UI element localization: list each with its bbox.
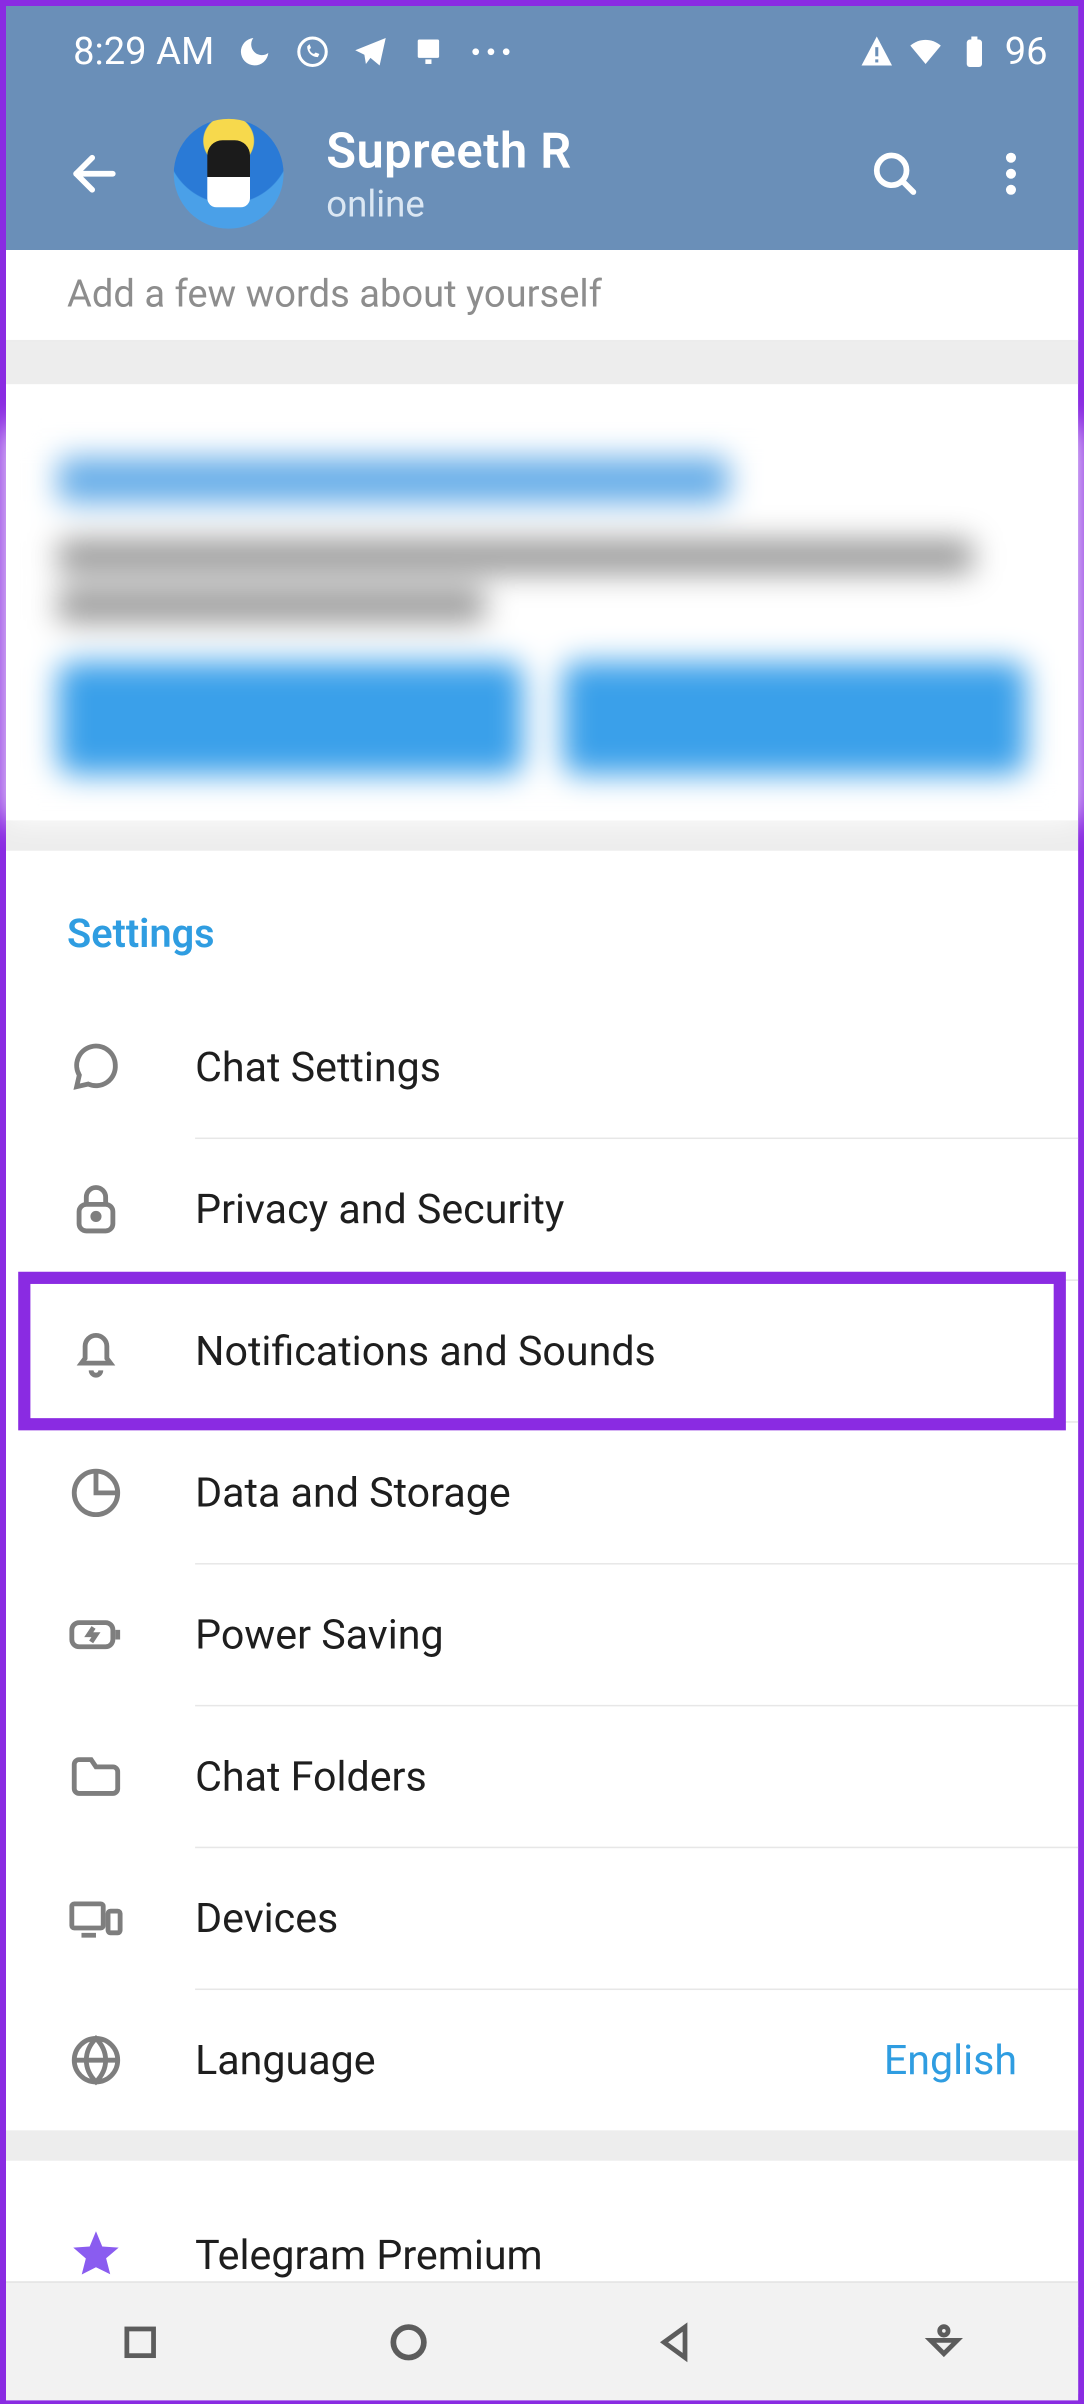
globe-icon (67, 2031, 195, 2089)
data-storage-row[interactable]: Data and Storage (6, 1423, 1078, 1563)
lock-icon (67, 1180, 195, 1238)
status-battery: 96 (1005, 30, 1048, 74)
warning-icon (858, 33, 895, 70)
profile-name: Supreeth R (326, 122, 571, 180)
more-dots-icon (467, 33, 513, 70)
language-row[interactable]: Language English (6, 1990, 1078, 2130)
row-label: Language (195, 2036, 884, 2085)
search-button[interactable] (858, 137, 931, 210)
star-icon (67, 2226, 195, 2284)
promo-card (6, 427, 1078, 820)
arrow-left-icon (67, 146, 122, 201)
status-bar: 8:29 AM (6, 6, 1078, 98)
settings-title: Settings (6, 912, 1078, 997)
header-title-block: Supreeth R online (326, 122, 571, 226)
nav-home-button[interactable] (371, 2305, 444, 2378)
square-icon (117, 2319, 163, 2365)
row-label: Chat Settings (195, 1043, 1017, 1092)
moon-icon (236, 33, 273, 70)
row-label: Telegram Premium (195, 2231, 1017, 2280)
row-label: Power Saving (195, 1610, 1017, 1659)
chevron-down-icon (921, 2319, 967, 2365)
power-saving-row[interactable]: Power Saving (6, 1565, 1078, 1705)
telegram-icon (351, 33, 388, 70)
battery-icon (956, 33, 993, 70)
nav-back-button[interactable] (639, 2305, 712, 2378)
wifi-icon (907, 33, 944, 70)
status-time: 8:29 AM (73, 30, 214, 74)
row-label: Chat Folders (195, 1752, 1017, 1801)
section-gap (6, 820, 1078, 851)
chat-icon (67, 1038, 195, 1096)
language-value: English (884, 2036, 1017, 2085)
notification-icon (409, 33, 446, 70)
row-label: Privacy and Security (195, 1185, 1017, 1234)
profile-status: online (326, 183, 571, 226)
settings-section: Settings Chat Settings Privacy and Secur… (6, 851, 1078, 2130)
section-gap (6, 2130, 1078, 2161)
triangle-left-icon (653, 2319, 699, 2365)
pie-icon (67, 1464, 195, 1522)
app-bar: Supreeth R online (6, 98, 1078, 251)
section-gap (6, 342, 1078, 385)
bio-placeholder: Add a few words about yourself (67, 273, 602, 317)
row-label: Data and Storage (195, 1468, 1017, 1517)
bell-icon (67, 1322, 195, 1380)
status-right: 96 (858, 30, 1047, 74)
nav-bar (6, 2281, 1078, 2400)
more-vert-icon (984, 146, 1039, 201)
chat-folders-row[interactable]: Chat Folders (6, 1706, 1078, 1846)
devices-icon (67, 1889, 195, 1947)
nav-recent-button[interactable] (103, 2305, 176, 2378)
row-label: Devices (195, 1894, 1017, 1943)
circle-icon (385, 2319, 431, 2365)
folder-icon (67, 1748, 195, 1806)
notifications-row[interactable]: Notifications and Sounds (27, 1281, 1056, 1421)
battery-charge-icon (67, 1606, 195, 1664)
row-label: Notifications and Sounds (195, 1327, 1017, 1376)
privacy-row[interactable]: Privacy and Security (6, 1139, 1078, 1279)
devices-row[interactable]: Devices (6, 1848, 1078, 1988)
more-button[interactable] (974, 137, 1047, 210)
whatsapp-icon (294, 33, 331, 70)
search-icon (868, 146, 923, 201)
screen: 8:29 AM (6, 6, 1078, 2400)
bio-input[interactable]: Add a few words about yourself (6, 250, 1078, 342)
nav-down-button[interactable] (907, 2305, 980, 2378)
chat-settings-row[interactable]: Chat Settings (6, 997, 1078, 1137)
profile-avatar[interactable] (174, 119, 284, 229)
avatar-image (174, 119, 284, 229)
status-left: 8:29 AM (73, 30, 513, 74)
promo-button-left[interactable] (58, 662, 522, 775)
promo-button-right[interactable] (562, 662, 1026, 775)
back-button[interactable] (58, 137, 131, 210)
